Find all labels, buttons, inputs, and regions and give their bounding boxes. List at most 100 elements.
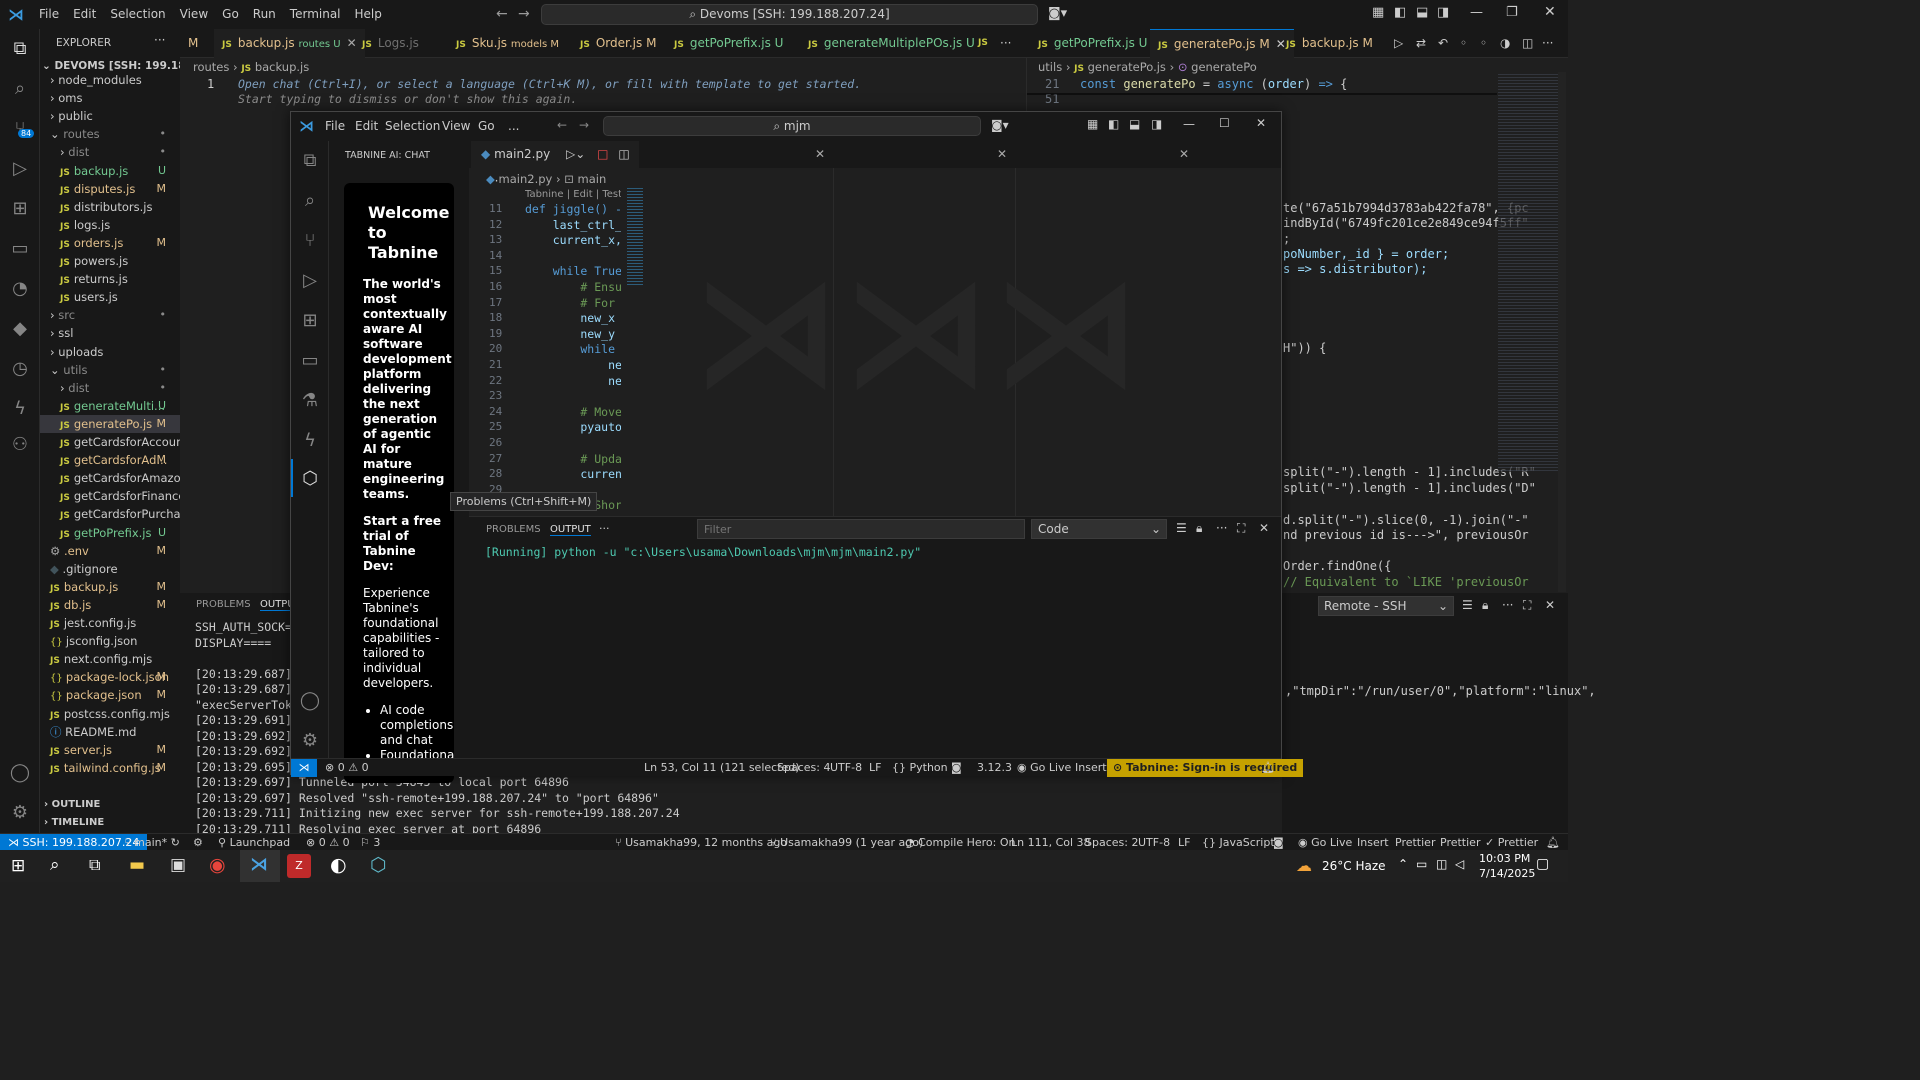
code-line[interactable]: def jiggle() -> <box>525 202 621 216</box>
eol[interactable]: LF <box>1178 834 1190 851</box>
search-icon[interactable]: ⌕ <box>8 77 32 101</box>
forward-arrow-icon[interactable]: → <box>518 6 530 22</box>
panel-tab-problems[interactable]: PROBLEMS <box>196 599 251 610</box>
command-center-search[interactable]: ⌕ Devoms [SSH: 199.188.207.24] <box>541 4 1038 25</box>
timeline-section[interactable]: › TIMELINE <box>44 817 104 828</box>
code-fragment[interactable]: split("-").length - 1].includes("D" <box>1283 481 1536 495</box>
toggle-panel-icon[interactable]: ⬓ <box>1129 117 1140 131</box>
remote-explorer-icon[interactable]: ▭ <box>298 349 322 373</box>
branch-publish-icon[interactable]: ⚙ <box>193 834 203 851</box>
go-live[interactable]: ◉ Go Live <box>1298 834 1352 851</box>
codelens[interactable]: Tabnine | Edit | Test | E <box>525 189 621 200</box>
tree-item[interactable]: JS logs.js <box>40 216 180 234</box>
next-change-icon[interactable]: ◦ <box>1480 36 1487 50</box>
tree-item[interactable]: ⚙ .env M <box>40 542 180 560</box>
menu-go[interactable]: Go <box>215 0 246 29</box>
network-icon[interactable]: ◫ <box>1436 857 1447 871</box>
breadcrumb-folder[interactable]: routes <box>193 60 229 74</box>
python-icon[interactable]: ⚇ <box>8 433 32 457</box>
language-mode[interactable]: {} Python <box>892 759 948 777</box>
git-blame-line[interactable]: ⑂ Usamakha99, 12 months ago <box>615 834 787 851</box>
breadcrumb-symbol[interactable]: generatePo <box>1191 60 1257 74</box>
lock-icon[interactable]: 🔒︎ <box>1196 521 1202 536</box>
maximize-panel-icon[interactable]: ⛶ <box>1523 598 1531 613</box>
breadcrumb-symbol[interactable]: main <box>578 172 607 186</box>
close-editor-group-icon[interactable]: ✕ <box>1179 147 1189 161</box>
tree-item[interactable]: JS distributors.js <box>40 198 180 216</box>
tree-item[interactable]: › dist • <box>40 379 180 397</box>
menu-more[interactable]: ... <box>501 112 526 141</box>
minimap[interactable] <box>1498 72 1558 472</box>
panel-more-icon[interactable]: ··· <box>599 522 610 535</box>
code-line[interactable]: # Ensur <box>525 280 621 294</box>
menu-file[interactable]: File <box>32 0 66 29</box>
code-line[interactable]: last_ctrl_p <box>525 218 621 232</box>
code-line[interactable]: current <box>525 467 621 481</box>
layout-customize-icon[interactable]: ▦ <box>1372 5 1384 20</box>
tree-item[interactable]: ⌄ routes • <box>40 125 180 143</box>
code-line[interactable]: # Updat <box>525 452 621 466</box>
run-debug-icon[interactable]: ▷ <box>8 157 32 181</box>
encoding[interactable]: UTF-8 <box>830 759 862 777</box>
clock-time[interactable]: 10:03 PM <box>1479 852 1530 865</box>
notification-center-icon[interactable]: ▢ <box>1536 856 1549 872</box>
indentation[interactable]: Spaces: 2 <box>1085 834 1138 851</box>
indentation[interactable]: Spaces: 4 <box>777 759 830 777</box>
run-icon[interactable]: ▷ <box>1394 36 1403 50</box>
menu-run[interactable]: Run <box>246 0 283 29</box>
tree-item[interactable]: JS returns.js <box>40 270 180 288</box>
clock-date[interactable]: 7/14/2025 <box>1479 867 1535 880</box>
tree-item[interactable]: ◆ .gitignore <box>40 560 180 578</box>
code-fragment[interactable]: te("67a51b7994d3783ab422fa78", {pc <box>1283 201 1529 215</box>
explorer-icon[interactable]: ⧉ <box>8 37 32 61</box>
settings-gear-icon[interactable]: ⚙ <box>298 729 322 753</box>
close-editor-group-icon[interactable]: ✕ <box>997 147 1007 161</box>
menu-file[interactable]: File <box>318 112 352 141</box>
code-fragment[interactable]: ; <box>1283 232 1290 246</box>
tab-order[interactable]: JS Order.js M <box>572 29 664 58</box>
tab-overflow-m[interactable]: M <box>180 29 206 58</box>
weather-label[interactable]: 26°C Haze <box>1322 859 1386 873</box>
tree-item[interactable]: {} package.json M <box>40 686 180 704</box>
launchpad[interactable]: ⚲ Launchpad <box>218 834 290 851</box>
code-line[interactable]: # Move <box>525 405 621 419</box>
toggle-sidebar-icon[interactable]: ◧ <box>1108 117 1119 131</box>
remote-explorer-icon[interactable]: ▭ <box>8 237 32 261</box>
output-list-icon[interactable]: ☰ <box>1176 521 1187 535</box>
empty-editor-hint[interactable]: Open chat (Ctrl+I), or select a language… <box>238 77 861 91</box>
tray-app-icon[interactable]: ▭ <box>1416 857 1427 871</box>
copilot-status-icon[interactable]: ◙ <box>951 759 962 777</box>
editor-more-icon[interactable]: ··· <box>1542 36 1553 50</box>
tree-item[interactable]: JS backup.js M <box>40 578 180 596</box>
outline-section[interactable]: › OUTLINE <box>44 799 100 810</box>
search-icon[interactable]: ⌕ <box>50 855 60 875</box>
tab-main2[interactable]: ◆ main2.py ▷⌄ □ ◫ ··· <box>471 141 639 188</box>
code-fragment[interactable]: s => s.distributor); <box>1283 262 1428 276</box>
search-icon[interactable]: ⌕ <box>298 189 322 213</box>
prettier-status[interactable]: Prettier <box>1395 834 1435 851</box>
account-icon[interactable]: ◯ <box>298 689 322 713</box>
code-fragment[interactable]: nd previous id is--->", previousOr <box>1283 528 1529 542</box>
tab-backup-root[interactable]: JS backup.js M <box>1278 29 1381 58</box>
overlay-minimap[interactable] <box>627 186 643 286</box>
store-icon[interactable]: ▣ <box>170 855 186 875</box>
copilot-status-icon[interactable]: ◙ <box>1273 834 1284 851</box>
tree-item[interactable]: {} package-lock.json M <box>40 668 180 686</box>
code-line[interactable]: pyautog <box>525 420 621 434</box>
tree-item[interactable]: › node_modules <box>40 71 180 89</box>
tree-item[interactable]: JS postcss.config.mjs <box>40 705 180 723</box>
panel-tab-output[interactable]: OUTPUT <box>550 524 591 536</box>
tree-item[interactable]: JS jest.config.js <box>40 614 180 632</box>
language-mode[interactable]: {} JavaScript <box>1202 834 1275 851</box>
forwarded-ports[interactable]: ⚐ 3 <box>360 834 380 851</box>
more-actions-icon[interactable]: ··· <box>1216 521 1227 535</box>
tree-item[interactable]: JS users.js <box>40 288 180 306</box>
code-fragment[interactable]: d.split("-").slice(0, -1).join("-" <box>1283 513 1529 527</box>
vertical-scrollbar[interactable] <box>1558 72 1566 592</box>
breadcrumb-file[interactable]: generatePo.js <box>1088 60 1166 74</box>
source-control-icon[interactable]: ⑂ <box>298 229 322 253</box>
git-blame-file[interactable]: ⑂ Usamakha99 (1 year ago) <box>770 834 923 851</box>
code-line[interactable]: new <box>525 374 621 388</box>
notifications-icon[interactable]: 🔔︎ <box>1546 834 1560 851</box>
code-line[interactable]: # For e <box>525 296 621 310</box>
